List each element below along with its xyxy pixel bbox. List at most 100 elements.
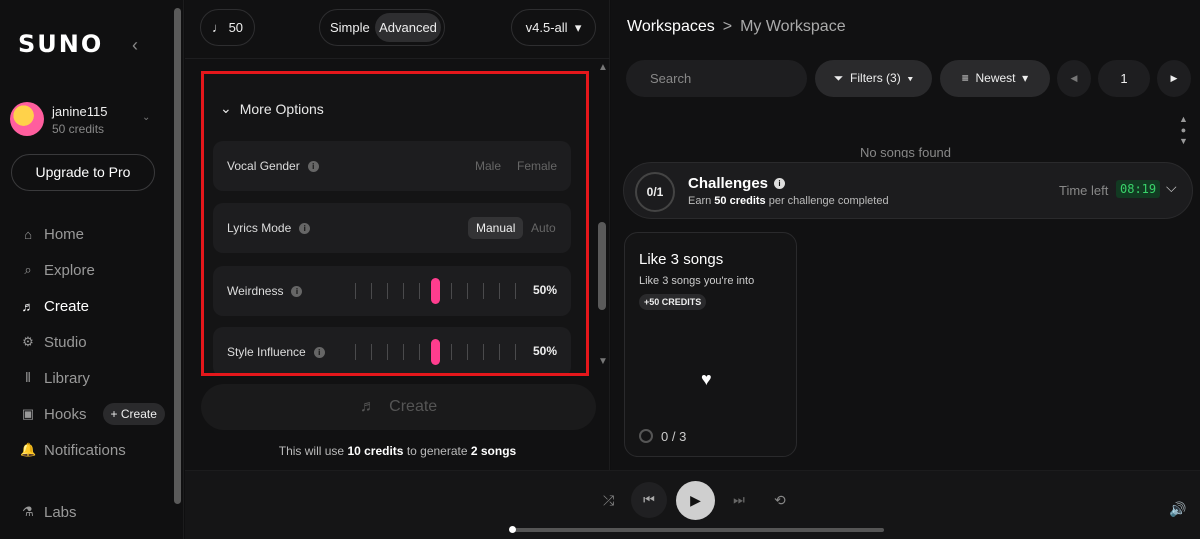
info-icon[interactable]: i	[299, 222, 311, 234]
info-icon[interactable]: i	[774, 178, 786, 189]
playback-progress-handle[interactable]	[509, 526, 516, 533]
workspace-scroll-arrows[interactable]: ▲ ● ▼	[1179, 114, 1188, 147]
style-influence-slider[interactable]	[351, 339, 521, 365]
model-version-select[interactable]: v4.5-all ▾	[511, 9, 596, 46]
lyrics-mode-auto[interactable]: Auto	[531, 221, 556, 235]
page-number[interactable]: 1	[1098, 60, 1150, 97]
challenges-banner[interactable]: 0/1 Challenges i Earn 50 credits per cha…	[623, 162, 1193, 219]
mode-advanced-tab[interactable]: Advanced	[375, 13, 441, 42]
sidebar-item-label: Home	[44, 225, 85, 243]
workspace-panel: Workspaces > My Workspace ⏷ Filters (3) …	[611, 0, 1200, 470]
weirdness-slider[interactable]	[351, 278, 521, 304]
create-button-label: Create	[389, 398, 438, 415]
slider-tick	[419, 283, 420, 299]
sidebar-item-notifications[interactable]: 🔔 Notifications	[20, 438, 126, 462]
filters-button[interactable]: ⏷ Filters (3) ▾	[815, 60, 932, 97]
previous-track-button[interactable]: ⏮	[631, 482, 667, 518]
search-icon: ⌕	[24, 262, 32, 277]
slider-tick	[371, 283, 372, 299]
mode-simple-tab[interactable]: Simple	[330, 20, 370, 35]
chevron-down-icon: ⌄	[142, 112, 151, 123]
sidebar-item-labs[interactable]: ⚗ Labs	[20, 500, 76, 524]
info-icon[interactable]: i	[291, 285, 303, 297]
playback-progress-track[interactable]	[514, 528, 884, 532]
music-note-icon: ♩	[211, 20, 225, 35]
filters-label: Filters (3)	[850, 71, 901, 85]
slider-tick	[451, 283, 452, 299]
note-text: to generate	[403, 444, 471, 458]
sidebar-item-create[interactable]: ♬ Create	[20, 294, 90, 318]
sidebar-item-library[interactable]: ⦀ Library	[20, 366, 90, 390]
play-button[interactable]: ▶	[676, 481, 715, 520]
weirdness-row: Weirdness i 50%	[213, 266, 571, 316]
style-influence-row: Style Influence i 50%	[213, 327, 571, 373]
repeat-icon[interactable]: ⟲	[774, 492, 786, 509]
sidebar-scrollbar[interactable]	[174, 8, 181, 504]
scroll-up-arrow[interactable]: ▲	[598, 62, 608, 73]
slider-tick	[355, 283, 356, 299]
sort-button[interactable]: ≡ Newest ▾	[940, 60, 1050, 97]
slider-tick	[499, 283, 500, 299]
note-text: This will use	[278, 444, 348, 458]
lyrics-mode-manual[interactable]: Manual	[468, 217, 524, 239]
shuffle-icon[interactable]: ⤮	[603, 492, 614, 509]
caret-down-icon: ▾	[904, 71, 914, 85]
username: janine115	[52, 104, 108, 119]
slider-tick	[515, 344, 516, 360]
slider-knob[interactable]	[431, 339, 440, 365]
info-icon[interactable]: i	[313, 346, 325, 358]
sidebar: SUNO ‹ janine115 50 credits ⌄ Upgrade to…	[0, 0, 184, 539]
challenges-title-text: Challenges	[688, 175, 769, 192]
user-menu[interactable]: janine115 50 credits ⌄	[10, 102, 160, 138]
sidebar-item-hooks[interactable]: ▣ Hooks + Create	[20, 402, 165, 426]
option-label: Vocal Gender	[227, 159, 300, 173]
vocal-gender-male[interactable]: Male	[475, 159, 501, 173]
vocal-gender-female[interactable]: Female	[517, 159, 557, 173]
lyrics-mode-label: Lyrics Mode i	[227, 221, 311, 235]
slider-tick	[515, 283, 516, 299]
sidebar-item-label: Create	[44, 297, 90, 315]
subtitle-credits: 50 credits	[714, 195, 766, 207]
challenges-title: Challenges i	[688, 175, 786, 192]
heart-icon: ♥	[701, 369, 712, 389]
slider-tick	[499, 344, 500, 360]
search-input[interactable]	[626, 60, 807, 97]
library-icon: ⦀	[25, 370, 31, 385]
home-icon: ⌂	[24, 226, 32, 242]
challenges-subtitle: Earn 50 credits per challenge completed	[688, 195, 889, 207]
challenge-card[interactable]: Like 3 songs Like 3 songs you're into +5…	[624, 232, 797, 457]
hooks-create-button[interactable]: + Create	[102, 403, 165, 425]
more-options-toggle[interactable]: ⌄ More Options	[220, 100, 324, 117]
player-bar: ⤮ ⏮ ▶ ⏭ ⟲ 🔊	[185, 470, 1200, 539]
filter-icon: ⏷	[833, 71, 847, 85]
sidebar-item-home[interactable]: ⌂ Home	[20, 222, 84, 246]
caret-down-icon: ▾	[571, 20, 582, 35]
sidebar-item-explore[interactable]: ⌕ Explore	[20, 258, 95, 282]
breadcrumb-workspaces[interactable]: Workspaces	[627, 18, 715, 36]
chevron-down-icon: ⌄	[220, 100, 232, 116]
sidebar-item-studio[interactable]: ⚙ Studio	[20, 330, 86, 354]
divider	[185, 58, 610, 59]
slider-tick	[483, 344, 484, 360]
mode-toggle: Simple Advanced	[319, 9, 445, 46]
scroll-down-arrow[interactable]: ▼	[598, 356, 608, 367]
create-button[interactable]: ♬ Create	[201, 384, 596, 430]
hooks-icon: ▣	[21, 406, 35, 421]
upgrade-button[interactable]: Upgrade to Pro	[11, 154, 155, 191]
prev-page-button[interactable]: ◀	[1057, 60, 1091, 97]
slider-tick	[403, 344, 404, 360]
info-icon[interactable]: i	[307, 160, 319, 172]
slider-knob[interactable]	[431, 278, 440, 304]
slider-tick	[403, 283, 404, 299]
next-page-button[interactable]: ▶	[1157, 60, 1191, 97]
music-note-icon: ♬	[359, 398, 385, 415]
chevron-down-icon[interactable]: ⌵	[1166, 179, 1177, 196]
options-scrollbar[interactable]	[598, 222, 606, 310]
next-track-button[interactable]: ⏭	[721, 482, 757, 518]
music-note-icon: ♬	[21, 298, 35, 314]
collapse-sidebar-icon[interactable]: ‹	[132, 35, 138, 56]
avatar	[10, 102, 44, 136]
suno-logo[interactable]: SUNO	[18, 30, 103, 58]
volume-icon[interactable]: 🔊	[1169, 501, 1186, 518]
credit-counter[interactable]: ♩ 50	[200, 9, 255, 46]
